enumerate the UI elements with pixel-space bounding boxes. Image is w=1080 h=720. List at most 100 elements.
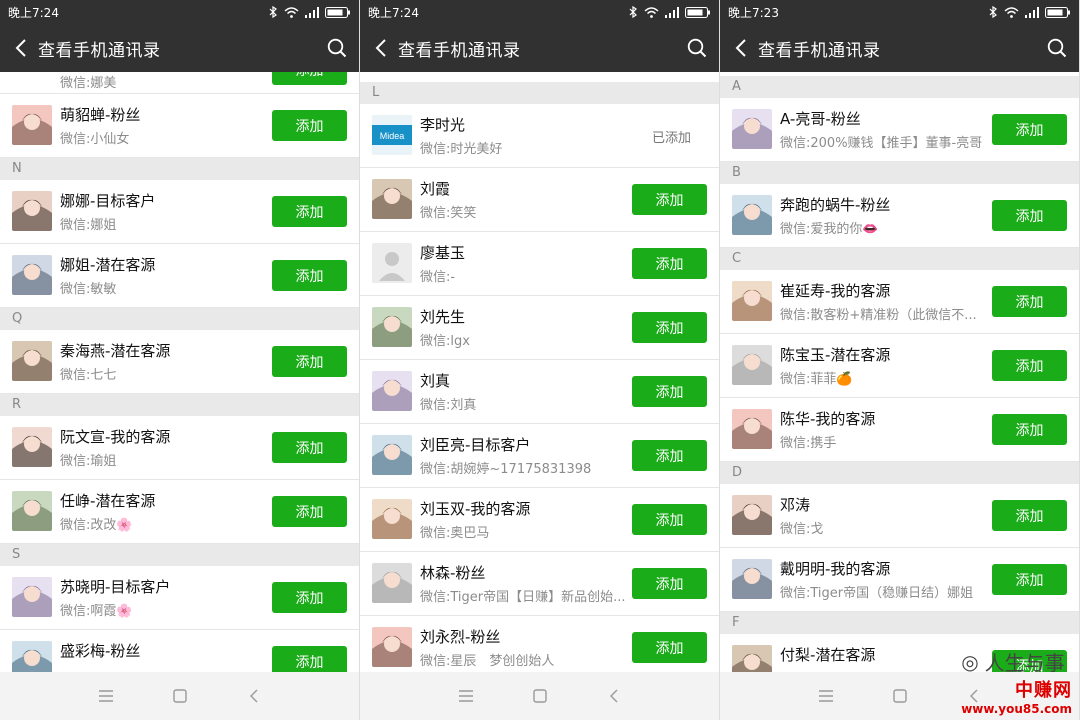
contact-row[interactable]: 任峥-潜在客源 微信:改改🌸 添加 [0,480,359,544]
contact-row[interactable]: 盛彩梅-粉丝 添加 [0,630,359,672]
contact-row[interactable]: 刘臣亮-目标客户 微信:胡婉婷~17175831398 添加 [360,424,719,488]
contact-row[interactable]: 刘真 微信:刘真 添加 [360,360,719,424]
contact-name: 刘真 [420,372,451,390]
search-icon[interactable] [675,24,719,72]
contact-avatar [12,255,52,295]
add-button[interactable]: 添加 [992,114,1067,145]
contact-wechat-id: 微信:奥巴马 [420,526,490,541]
contact-row[interactable]: 陈宝玉-潜在客源 微信:菲菲🍊 添加 [720,334,1079,398]
add-button[interactable]: 添加 [632,312,707,343]
back-arrow-icon[interactable] [360,24,398,72]
back-arrow-icon[interactable] [720,24,758,72]
add-button[interactable]: 添加 [992,414,1067,445]
add-button[interactable]: 添加 [272,346,347,377]
add-button[interactable]: 添加 [632,568,707,599]
contact-row[interactable]: 奔跑的蜗牛-粉丝 微信:爱我的你👄 添加 [720,184,1079,248]
contact-row[interactable]: 陈华-我的客源 微信:携手 添加 [720,398,1079,462]
add-button[interactable]: 添加 [272,72,347,85]
contact-row[interactable]: 刘先生 微信:lgx 添加 [360,296,719,360]
contact-name: 付梨-潜在客源 [780,646,876,664]
add-button[interactable]: 添加 [272,196,347,227]
contact-row[interactable]: 林森-粉丝 微信:Tiger帝国【日赚】新品创始... 添加 [360,552,719,616]
add-button[interactable]: 添加 [632,248,707,279]
add-button[interactable]: 添加 [992,500,1067,531]
contact-row[interactable]: 刘永烈-粉丝 微信:星辰 梦创创始人 添加 [360,616,719,672]
menu-icon[interactable] [814,684,838,708]
back-arrow-icon[interactable] [0,24,38,72]
contact-row[interactable]: 秦海燕-潜在客源 微信:七七 添加 [0,330,359,394]
contact-row[interactable]: A-亮哥-粉丝 微信:200%赚钱【推手】董事-亮哥 添加 [720,98,1079,162]
contact-name: 刘先生 [420,308,466,326]
contact-avatar [372,435,412,475]
add-button[interactable]: 添加 [272,646,347,672]
contact-avatar [12,641,52,672]
status-icons [989,6,1071,18]
bluetooth-icon [629,6,637,18]
contact-avatar [372,307,412,347]
back-nav-icon[interactable] [962,684,986,708]
contact-row[interactable]: 付梨-潜在客源 添加 [720,634,1079,672]
phone-screen-3: 晚上7:23 查看手机通讯录 A A-亮哥-粉丝 微信:200%赚钱【推手】董事-亮哥添… [720,0,1080,720]
back-nav-icon[interactable] [242,684,266,708]
contact-row[interactable]: 刘玉双-我的客源 微信:奥巴马 添加 [360,488,719,552]
search-icon[interactable] [1035,24,1079,72]
add-button[interactable]: 添加 [632,376,707,407]
home-icon[interactable] [168,684,192,708]
section-header: F [720,612,1079,634]
contact-avatar: Midea [372,115,412,155]
home-icon[interactable] [528,684,552,708]
add-button[interactable]: 添加 [632,504,707,535]
wifi-icon [1004,6,1019,18]
contact-row[interactable]: 崔延寿-我的客源 微信:散客粉+精准粉（此微信不... 添加 [720,270,1079,334]
contact-row[interactable]: 廖基玉 微信:- 添加 [360,232,719,296]
search-icon[interactable] [315,24,359,72]
menu-icon[interactable] [94,684,118,708]
contact-row[interactable]: 娜娜-目标客户 微信:娜姐 添加 [0,180,359,244]
section-header: B [720,162,1079,184]
contact-name: 陈华-我的客源 [780,410,876,428]
contact-row[interactable]: Midea 李时光 微信:时光美好 已添加 [360,104,719,168]
contact-row[interactable]: 邓涛微信:戈 添加 [720,484,1079,548]
contact-name: 刘玉双-我的客源 [420,500,531,518]
contact-wechat-id: 微信:娜美 [60,76,117,91]
page-title: 查看手机通讯录 [398,40,521,61]
add-button[interactable]: 添加 [272,582,347,613]
add-button[interactable]: 添加 [272,496,347,527]
add-button[interactable]: 添加 [992,350,1067,381]
contact-row[interactable]: 刘霞 微信:笑笑 添加 [360,168,719,232]
home-icon[interactable] [888,684,912,708]
contact-name: 邓涛 [780,496,811,514]
add-button[interactable]: 添加 [632,632,707,663]
contact-row[interactable]: 微信:娜美 添加 [0,72,359,94]
section-header: L [360,82,719,104]
contact-name: 崔延寿-我的客源 [780,282,891,300]
add-button[interactable]: 添加 [992,650,1067,672]
contact-row[interactable]: 苏晓明-目标客户 微信:啊霞🌸 添加 [0,566,359,630]
contact-wechat-id: 微信:戈 [780,522,824,537]
add-button[interactable]: 添加 [632,440,707,471]
android-nav-bar [720,672,1079,720]
add-button[interactable]: 添加 [272,260,347,291]
menu-icon[interactable] [454,684,478,708]
signal-icon [1025,6,1039,18]
contact-row[interactable]: 娜姐-潜在客源 微信:敏敏 添加 [0,244,359,308]
contact-row[interactable]: 萌貂蝉-粉丝 微信:小仙女 添加 [0,94,359,158]
back-nav-icon[interactable] [602,684,626,708]
add-button[interactable]: 添加 [272,432,347,463]
contact-avatar [12,491,52,531]
contact-name: 秦海燕-潜在客源 [60,342,171,360]
page-title: 查看手机通讯录 [758,40,881,61]
add-button[interactable]: 添加 [992,564,1067,595]
contact-wechat-id: 微信:携手 [780,436,837,451]
contact-avatar [732,409,772,449]
add-button[interactable]: 添加 [272,110,347,141]
contact-avatar [372,371,412,411]
add-button[interactable]: 添加 [632,184,707,215]
section-header: C [720,248,1079,270]
contact-avatar [12,191,52,231]
title-bar: 查看手机通讯录 [0,24,359,72]
add-button[interactable]: 添加 [992,200,1067,231]
contact-row[interactable]: 阮文宣-我的客源 微信:瑜姐 添加 [0,416,359,480]
contact-row[interactable]: 戴明明-我的客源 微信:Tiger帝国（稳赚日结）娜姐 添加 [720,548,1079,612]
add-button[interactable]: 添加 [992,286,1067,317]
